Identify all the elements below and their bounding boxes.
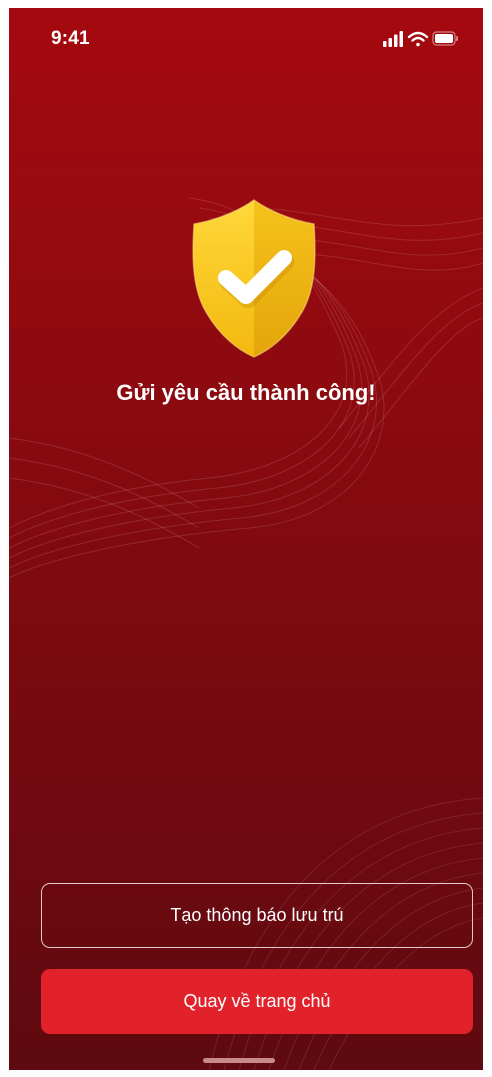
wifi-icon xyxy=(407,31,429,47)
signal-icon xyxy=(383,31,403,47)
status-icons xyxy=(383,31,458,47)
status-time: 9:41 xyxy=(51,28,90,49)
create-residence-notice-button[interactable]: Tạo thông báo lưu trú xyxy=(41,883,473,948)
back-to-home-button[interactable]: Quay về trang chủ xyxy=(41,969,473,1034)
battery-icon xyxy=(432,31,458,46)
success-screen: 9:41 Gửi yêu cầu thành công! Tạo thông b… xyxy=(9,8,483,1070)
success-title: Gửi yêu cầu thành công! xyxy=(116,380,376,405)
status-bar: 9:41 xyxy=(9,8,483,72)
home-indicator xyxy=(203,1058,275,1063)
shield-check-icon xyxy=(192,199,316,358)
